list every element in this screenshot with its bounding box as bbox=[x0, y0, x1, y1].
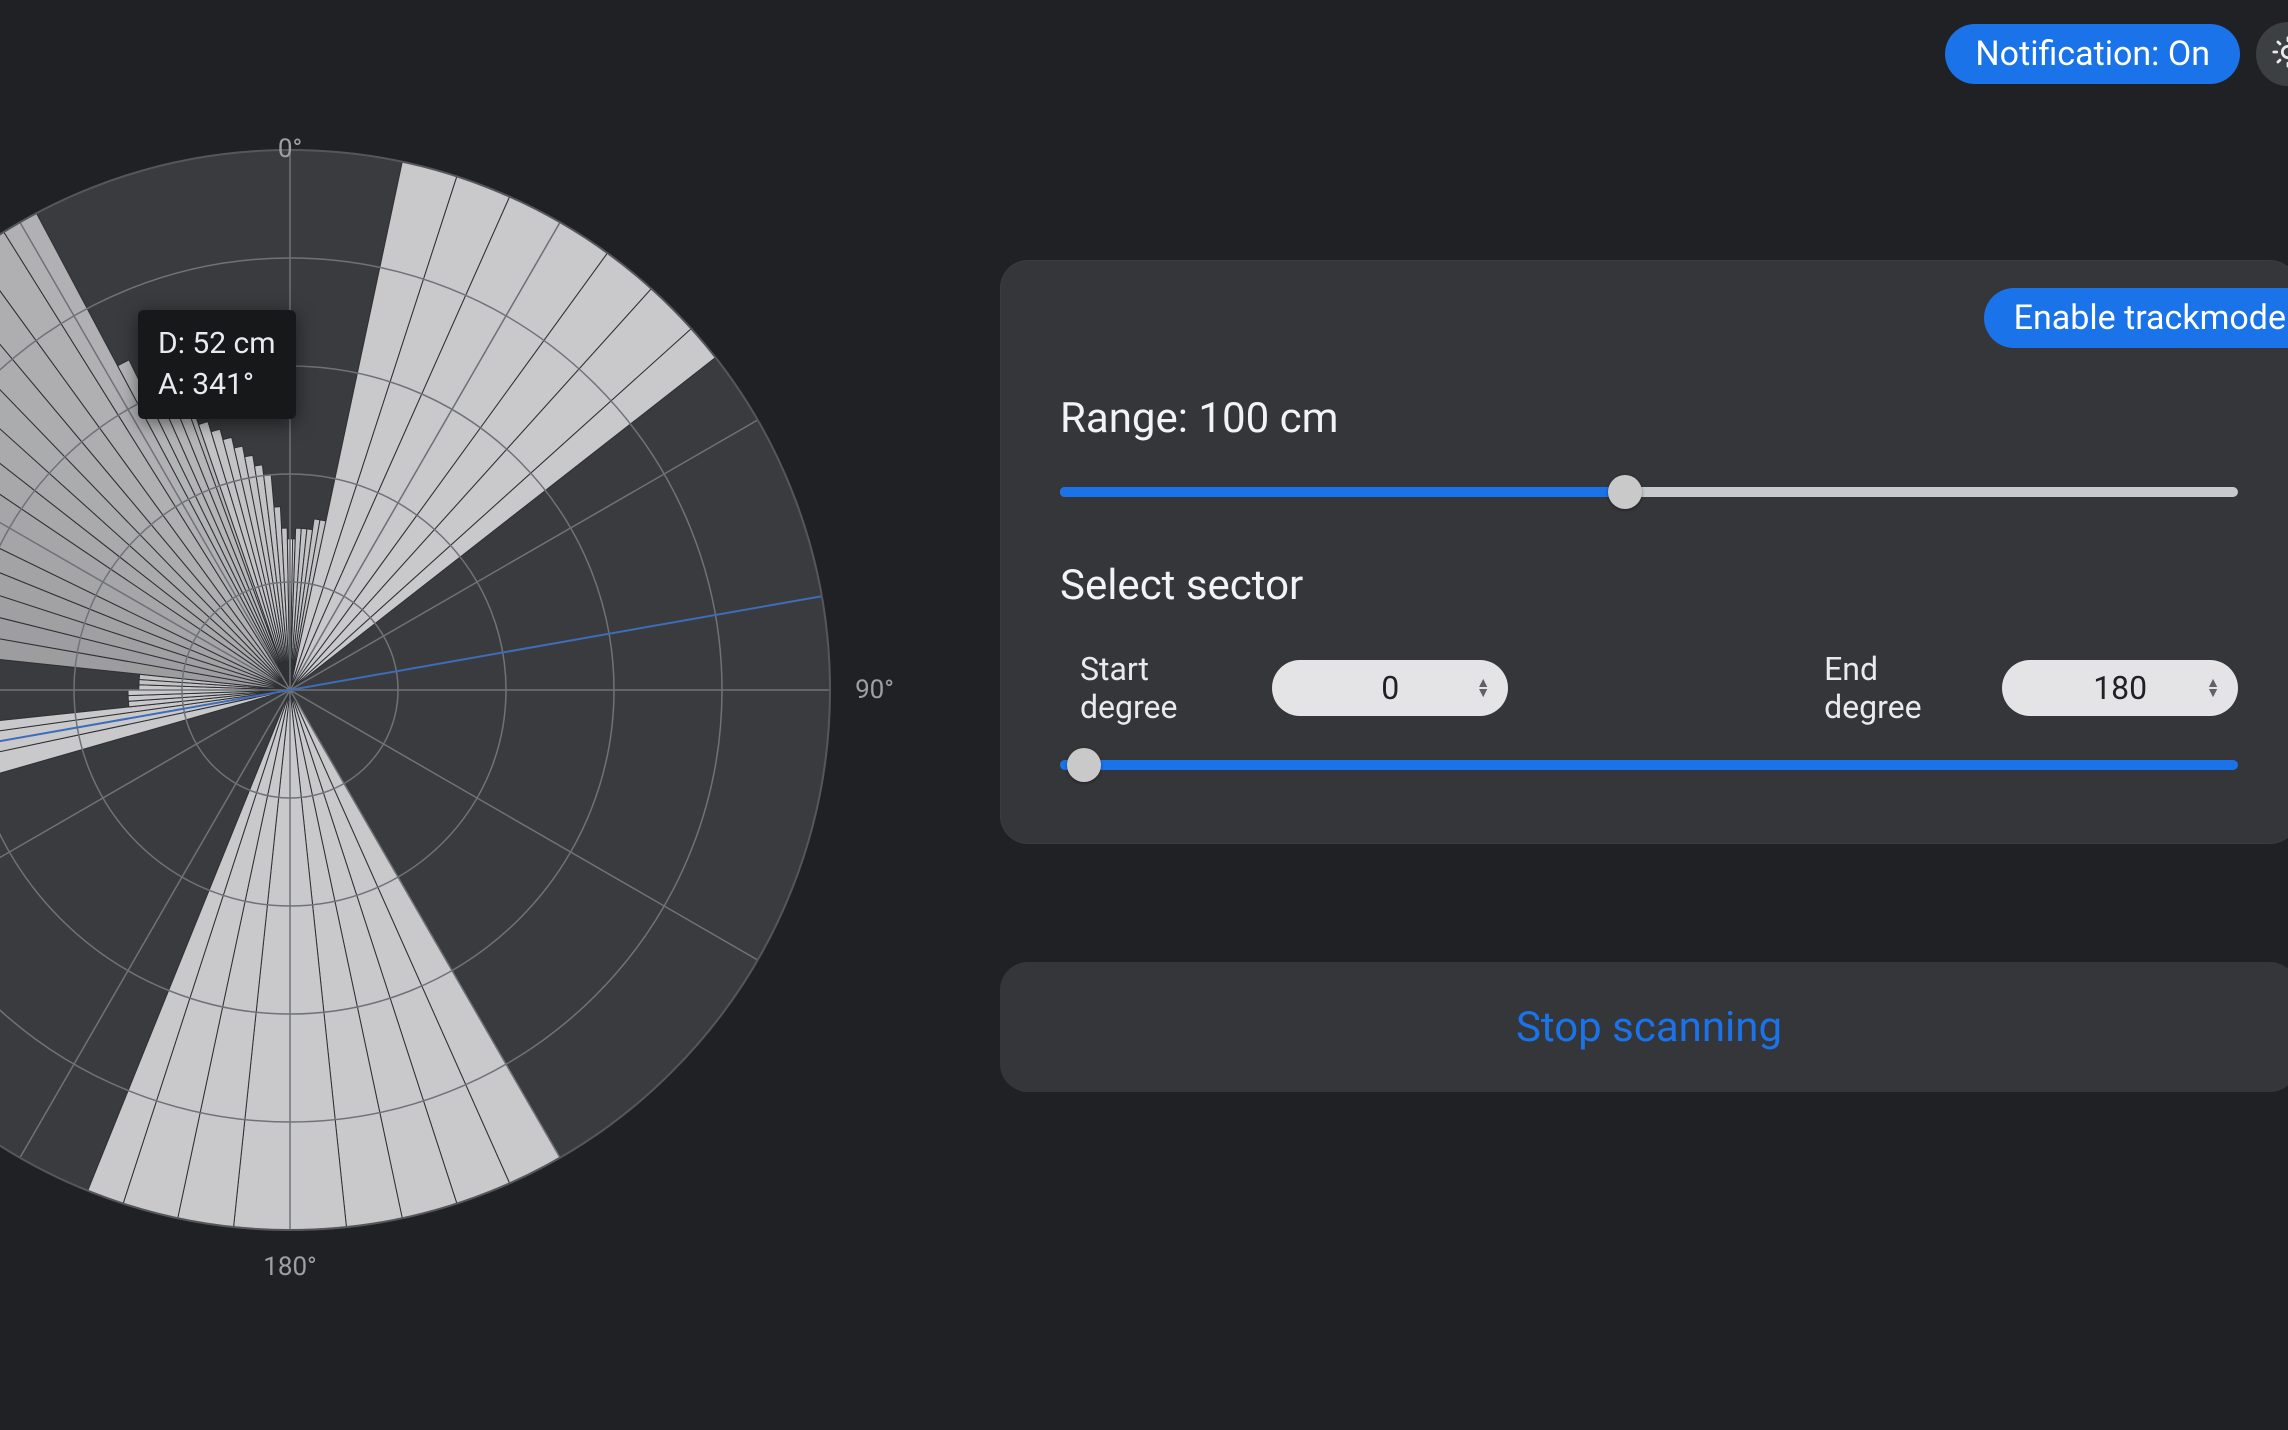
enable-trackmode-button[interactable]: Enable trackmode bbox=[1984, 288, 2288, 348]
notification-toggle[interactable]: Notification: On bbox=[1945, 24, 2240, 84]
start-degree-input[interactable]: 0 ▲▼ bbox=[1272, 660, 1508, 716]
end-degree-value: 180 bbox=[2093, 669, 2147, 707]
range-slider[interactable] bbox=[1060, 483, 2238, 501]
stepper-icon[interactable]: ▲▼ bbox=[1476, 678, 1490, 698]
end-degree-label: End degree bbox=[1824, 650, 1974, 726]
controls-panel: Enable trackmode Range: 100 cm Select se… bbox=[1000, 260, 2288, 844]
sector-title: Select sector bbox=[1060, 561, 2238, 610]
radar-tooltip: D: 52 cm A: 341° bbox=[138, 310, 296, 419]
sector-slider[interactable] bbox=[1060, 756, 2238, 774]
axis-label-180: 180° bbox=[263, 1252, 317, 1282]
start-degree-label: Start degree bbox=[1080, 650, 1244, 726]
axis-label-0: 0° bbox=[278, 134, 302, 164]
sun-icon bbox=[2271, 35, 2288, 73]
radar-display[interactable]: 0° 90° 180° D: 52 cm A: 341° bbox=[0, 140, 840, 1240]
theme-toggle-button[interactable] bbox=[2256, 22, 2288, 86]
axis-label-90: 90° bbox=[855, 675, 894, 705]
stop-scanning-button[interactable]: Stop scanning bbox=[1000, 962, 2288, 1092]
start-degree-value: 0 bbox=[1381, 669, 1399, 707]
stepper-icon[interactable]: ▲▼ bbox=[2206, 678, 2220, 698]
end-degree-input[interactable]: 180 ▲▼ bbox=[2002, 660, 2238, 716]
range-label: Range: 100 cm bbox=[1060, 394, 2238, 443]
